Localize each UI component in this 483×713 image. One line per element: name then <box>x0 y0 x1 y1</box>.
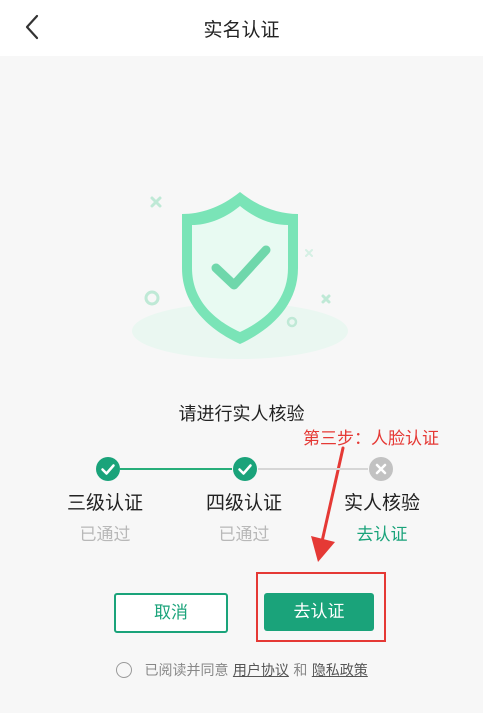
step-1-label: 三级认证 <box>66 492 143 514</box>
step-1-check-icon <box>95 456 121 482</box>
go-verify-button[interactable]: 去认证 <box>264 593 374 631</box>
agreement-and: 和 <box>293 663 308 679</box>
agreement-prefix: 已阅读并同意 <box>144 663 229 679</box>
user-agreement-link[interactable]: 用户协议 <box>233 663 289 679</box>
step-2-status: 已通过 <box>218 525 270 545</box>
privacy-policy-link[interactable]: 隐私政策 <box>312 663 368 679</box>
verification-prompt: 请进行实人核验 <box>178 404 305 425</box>
shield-check-icon <box>132 192 348 359</box>
progress-line-pending <box>258 468 368 470</box>
step-1-status: 已通过 <box>79 525 131 545</box>
progress-line-completed <box>120 468 232 470</box>
step-3-close-icon <box>368 456 394 482</box>
page-title: 实名认证 <box>203 19 280 41</box>
agreement-row: 已阅读并同意 用户协议 和 隐私政策 <box>116 660 368 682</box>
cancel-button[interactable]: 取消 <box>114 593 228 633</box>
step-3-status-link[interactable]: 去认证 <box>322 520 442 545</box>
top-nav-bar: 实名认证 <box>0 0 483 56</box>
step-2-label: 四级认证 <box>205 492 282 514</box>
step-2-check-icon <box>232 456 258 482</box>
agree-radio[interactable] <box>116 662 132 678</box>
step-3-label: 实人核验 <box>343 492 420 514</box>
